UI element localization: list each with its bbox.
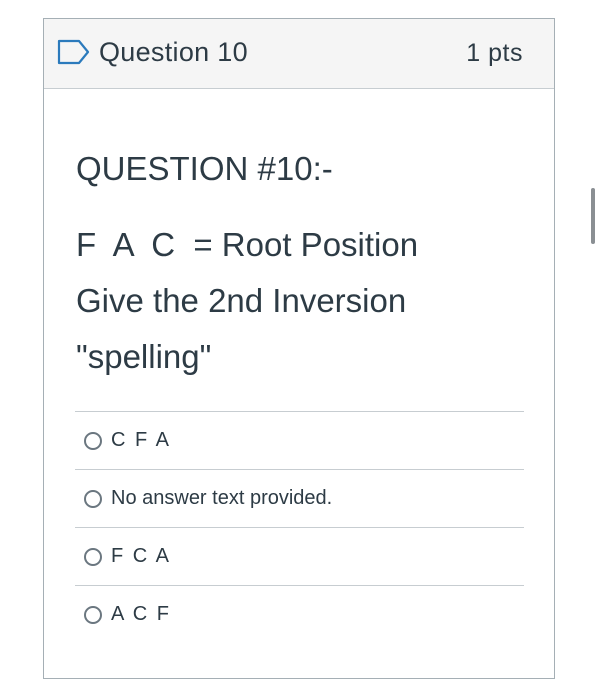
question-prompt-line: F A C = Root Position	[76, 226, 419, 263]
answer-option[interactable]: C F A	[75, 411, 524, 469]
answer-list: C F A No answer text provided. F C A A C…	[75, 411, 524, 643]
question-card: Question 10 1 pts QUESTION #10:- F A C =…	[43, 18, 555, 679]
answer-label: F C A	[111, 545, 172, 567]
question-prompt-line: "spelling"	[76, 338, 212, 375]
answer-label: No answer text provided.	[111, 487, 333, 509]
question-title: Question 10	[99, 37, 248, 67]
answer-label: C F A	[111, 429, 172, 451]
radio-button[interactable]	[84, 431, 102, 450]
answer-label: A C F	[111, 603, 172, 625]
answer-option[interactable]: A C F	[75, 585, 524, 643]
question-header: Question 10 1 pts	[44, 19, 554, 89]
question-points: 1 pts	[466, 39, 523, 67]
question-heading: QUESTION #10:-	[76, 150, 333, 187]
answer-option[interactable]: F C A	[75, 527, 524, 585]
radio-button[interactable]	[84, 489, 102, 508]
radio-button[interactable]	[84, 547, 102, 566]
radio-button[interactable]	[84, 605, 102, 624]
question-text: QUESTION #10:- F A C = Root Position Giv…	[76, 141, 526, 385]
flag-icon[interactable]	[57, 39, 91, 65]
scrollbar[interactable]	[591, 188, 595, 244]
answer-option[interactable]: No answer text provided.	[75, 469, 524, 527]
question-prompt-line: Give the 2nd Inversion	[76, 282, 407, 319]
